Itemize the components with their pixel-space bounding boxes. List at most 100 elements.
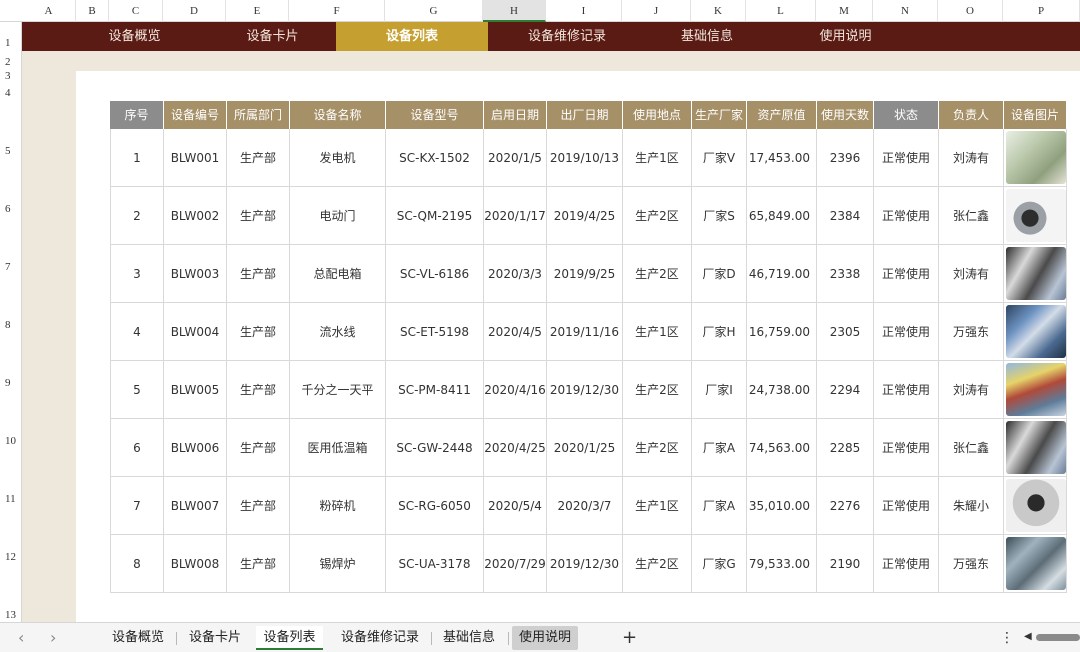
cell-model[interactable]: SC-PM-8411 (386, 361, 484, 419)
nav-item-2[interactable]: 设备卡片 (209, 22, 336, 51)
row-header-5[interactable]: 5 (0, 145, 22, 157)
cell-place[interactable]: 生产2区 (623, 535, 692, 593)
nav-item-5[interactable]: 基础信息 (646, 22, 768, 51)
row-header-4[interactable]: 4 (0, 87, 22, 99)
cell-image[interactable] (1004, 535, 1067, 593)
column-header-k[interactable]: K (691, 0, 746, 22)
cell-maker[interactable]: 厂家D (692, 245, 747, 303)
sheet-tab-2[interactable]: 设备卡片 (181, 626, 249, 650)
column-header-h[interactable]: H (483, 0, 546, 22)
cell-no[interactable]: 3 (110, 245, 164, 303)
cell-dept[interactable]: 生产部 (227, 535, 290, 593)
cell-made[interactable]: 2019/9/25 (547, 245, 623, 303)
cell-model[interactable]: SC-ET-5198 (386, 303, 484, 361)
row-header-1[interactable]: 1 (0, 37, 22, 49)
cell-place[interactable]: 生产2区 (623, 245, 692, 303)
cell-maker[interactable]: 厂家I (692, 361, 747, 419)
cell-days[interactable]: 2396 (817, 129, 874, 187)
cell-code[interactable]: BLW002 (164, 187, 227, 245)
more-vertical-icon[interactable]: ⋮ (1000, 623, 1014, 652)
cell-place[interactable]: 生产2区 (623, 187, 692, 245)
cell-maker[interactable]: 厂家G (692, 535, 747, 593)
cell-value[interactable]: 46,719.00 (747, 245, 817, 303)
cell-start[interactable]: 2020/4/5 (484, 303, 547, 361)
cell-value[interactable]: 16,759.00 (747, 303, 817, 361)
cell-made[interactable]: 2019/12/30 (547, 535, 623, 593)
cell-model[interactable]: SC-UA-3178 (386, 535, 484, 593)
sheet-tab-6[interactable]: 使用说明 (512, 626, 578, 650)
column-header-n[interactable]: N (873, 0, 938, 22)
cell-owner[interactable]: 张仁鑫 (939, 419, 1004, 477)
cell-name[interactable]: 粉碎机 (290, 477, 386, 535)
cell-image[interactable] (1004, 361, 1067, 419)
cell-dept[interactable]: 生产部 (227, 419, 290, 477)
row-header-11[interactable]: 11 (0, 493, 22, 505)
cell-status[interactable]: 正常使用 (874, 535, 939, 593)
column-header-a[interactable]: A (22, 0, 76, 22)
cell-start[interactable]: 2020/4/25 (484, 419, 547, 477)
cell-place[interactable]: 生产1区 (623, 129, 692, 187)
cell-made[interactable]: 2020/3/7 (547, 477, 623, 535)
cell-start[interactable]: 2020/1/17 (484, 187, 547, 245)
cell-no[interactable]: 5 (110, 361, 164, 419)
cell-start[interactable]: 2020/1/5 (484, 129, 547, 187)
plus-icon[interactable]: + (622, 623, 637, 652)
cell-image[interactable] (1004, 245, 1067, 303)
cell-status[interactable]: 正常使用 (874, 187, 939, 245)
row-header-7[interactable]: 7 (0, 261, 22, 273)
nav-item-4[interactable]: 设备维修记录 (488, 22, 646, 51)
cell-days[interactable]: 2294 (817, 361, 874, 419)
cell-owner[interactable]: 万强东 (939, 303, 1004, 361)
cell-dept[interactable]: 生产部 (227, 187, 290, 245)
cell-dept[interactable]: 生产部 (227, 303, 290, 361)
cell-name[interactable]: 总配电箱 (290, 245, 386, 303)
cell-no[interactable]: 7 (110, 477, 164, 535)
cell-image[interactable] (1004, 303, 1067, 361)
cell-no[interactable]: 4 (110, 303, 164, 361)
cell-made[interactable]: 2019/12/30 (547, 361, 623, 419)
column-header-p[interactable]: P (1003, 0, 1080, 22)
row-header-12[interactable]: 12 (0, 551, 22, 563)
cell-value[interactable]: 79,533.00 (747, 535, 817, 593)
cell-days[interactable]: 2305 (817, 303, 874, 361)
chevron-left-icon[interactable]: ‹ (18, 623, 24, 652)
column-header-o[interactable]: O (938, 0, 1003, 22)
column-header-e[interactable]: E (226, 0, 289, 22)
cell-name[interactable]: 发电机 (290, 129, 386, 187)
column-header-j[interactable]: J (622, 0, 691, 22)
cell-status[interactable]: 正常使用 (874, 129, 939, 187)
cell-model[interactable]: SC-QM-2195 (386, 187, 484, 245)
cell-days[interactable]: 2285 (817, 419, 874, 477)
cell-no[interactable]: 2 (110, 187, 164, 245)
column-header-f[interactable]: F (289, 0, 385, 22)
scrollbar-thumb[interactable] (1036, 634, 1080, 641)
cell-start[interactable]: 2020/3/3 (484, 245, 547, 303)
cell-dept[interactable]: 生产部 (227, 361, 290, 419)
cell-code[interactable]: BLW008 (164, 535, 227, 593)
cell-model[interactable]: SC-VL-6186 (386, 245, 484, 303)
cell-dept[interactable]: 生产部 (227, 477, 290, 535)
cell-start[interactable]: 2020/4/16 (484, 361, 547, 419)
cell-status[interactable]: 正常使用 (874, 361, 939, 419)
cell-owner[interactable]: 万强东 (939, 535, 1004, 593)
cell-maker[interactable]: 厂家A (692, 477, 747, 535)
row-header-2[interactable]: 2 (0, 56, 22, 68)
column-header-i[interactable]: I (546, 0, 622, 22)
cell-name[interactable]: 千分之一天平 (290, 361, 386, 419)
cell-image[interactable] (1004, 477, 1067, 535)
row-header-13[interactable]: 13 (0, 609, 22, 621)
cell-no[interactable]: 1 (110, 129, 164, 187)
cell-place[interactable]: 生产2区 (623, 361, 692, 419)
cell-code[interactable]: BLW005 (164, 361, 227, 419)
cell-status[interactable]: 正常使用 (874, 477, 939, 535)
cell-made[interactable]: 2019/10/13 (547, 129, 623, 187)
cell-name[interactable]: 医用低温箱 (290, 419, 386, 477)
nav-item-6[interactable]: 使用说明 (768, 22, 923, 51)
column-header-l[interactable]: L (746, 0, 816, 22)
cell-code[interactable]: BLW001 (164, 129, 227, 187)
sheet-tab-5[interactable]: 基础信息 (434, 626, 504, 650)
cell-value[interactable]: 17,453.00 (747, 129, 817, 187)
cell-code[interactable]: BLW003 (164, 245, 227, 303)
cell-place[interactable]: 生产1区 (623, 303, 692, 361)
cell-status[interactable]: 正常使用 (874, 303, 939, 361)
